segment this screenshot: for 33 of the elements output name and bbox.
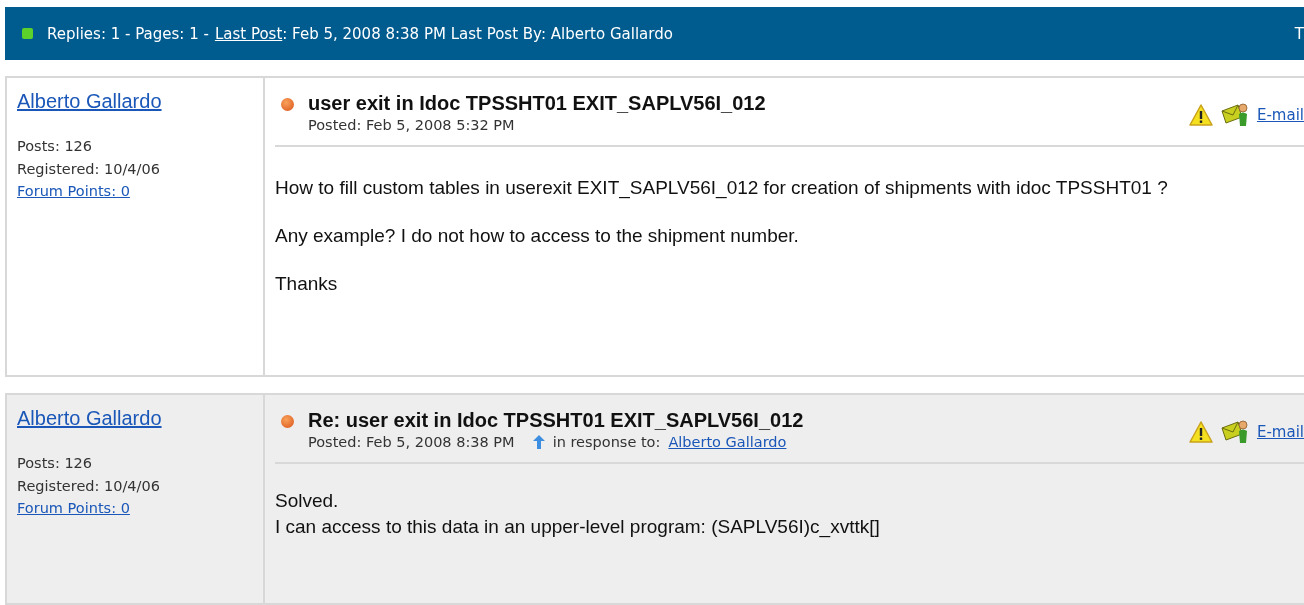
registered-date: Registered: 10/4/06 bbox=[17, 160, 161, 179]
status-square-icon bbox=[22, 28, 33, 39]
forum-points-link[interactable]: Forum Points: 0 bbox=[17, 181, 130, 201]
post-line: I can access to this data in an upper-level program: (SAPLV56I)c_xvttk[] bbox=[275, 514, 881, 540]
status-dot-icon bbox=[281, 98, 294, 111]
envelope-person-icon[interactable] bbox=[1220, 418, 1249, 445]
response-author-link[interactable]: Alberto Gallardo bbox=[668, 433, 787, 450]
email-link[interactable]: E-mail bbox=[1256, 422, 1304, 441]
envelope-person-icon[interactable] bbox=[1220, 102, 1249, 128]
post-paragraph: Any example? I do not how to access to the shipment number. bbox=[275, 225, 800, 247]
warning-icon[interactable] bbox=[1188, 104, 1213, 126]
response-label: in response to: bbox=[552, 433, 661, 450]
thread-stats: Replies: 1 - Pages: 1 - bbox=[47, 24, 209, 43]
warning-icon[interactable] bbox=[1188, 420, 1213, 443]
author-link[interactable]: Alberto Gallardo bbox=[17, 90, 162, 113]
author-link[interactable]: Alberto Gallardo bbox=[17, 406, 162, 430]
posted-date: Posted: Feb 5, 2008 8:38 PM bbox=[308, 433, 515, 450]
post-title: user exit in Idoc TPSSHT01 EXIT_SAPLV56I_012 bbox=[308, 92, 767, 115]
status-dot-icon bbox=[281, 414, 294, 428]
forum-points-link[interactable]: Forum Points: 0 bbox=[17, 497, 130, 518]
post-paragraph: How to fill custom tables in userexit EXIT_SAPLV56I_012 for creation of shipments with idoc TPSSHT01 ? bbox=[275, 177, 1169, 199]
last-post-link[interactable]: Last Post bbox=[214, 24, 283, 43]
post-count: Posts: 126 bbox=[17, 137, 94, 156]
post-paragraph: Thanks bbox=[275, 273, 339, 295]
post-line: Solved. bbox=[275, 488, 340, 513]
up-arrow-icon bbox=[532, 434, 545, 449]
email-link[interactable]: E-mail bbox=[1256, 106, 1304, 124]
post-title: Re: user exit in Idoc TPSSHT01 EXIT_SAPLV56I_012 bbox=[308, 408, 805, 432]
registered-date: Registered: 10/4/06 bbox=[17, 476, 161, 496]
header-text: T bbox=[1294, 24, 1304, 43]
post-count: Posts: 126 bbox=[17, 453, 94, 473]
last-post-info: : Feb 5, 2008 8:38 PM Last Post By: Alberto Gallardo bbox=[282, 24, 673, 43]
posted-date: Posted: Feb 5, 2008 5:32 PM bbox=[308, 117, 515, 133]
